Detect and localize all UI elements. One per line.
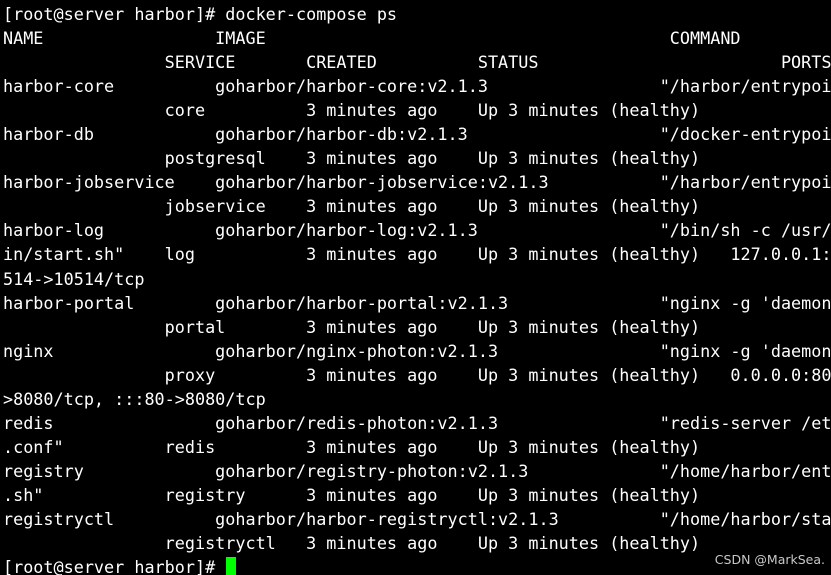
terminal-line: .sh" registry 3 minutes ago Up 3 minutes…: [3, 484, 701, 505]
cursor-block[interactable]: [226, 557, 237, 575]
terminal-line: 514->10514/tcp: [3, 268, 145, 289]
terminal-line: harbor-core goharbor/harbor-core:v2.1.3 …: [3, 76, 831, 97]
terminal-line: harbor-log goharbor/harbor-log:v2.1.3 "/…: [3, 220, 831, 241]
terminal-line: jobservice 3 minutes ago Up 3 minutes (h…: [3, 196, 701, 217]
terminal-line: in/start.sh" log 3 minutes ago Up 3 minu…: [3, 244, 831, 265]
terminal-line: NAME IMAGE COMMAND: [3, 28, 741, 49]
shell-prompt: [root@server harbor]#: [3, 557, 226, 575]
terminal-line: registryctl goharbor/harbor-registryctl:…: [3, 508, 831, 529]
terminal-line: harbor-db goharbor/harbor-db:v2.1.3 "/do…: [3, 124, 831, 145]
terminal-line: proxy 3 minutes ago Up 3 minutes (health…: [3, 364, 831, 385]
prompt-line[interactable]: [root@server harbor]#: [3, 555, 831, 575]
terminal-line: >8080/tcp, :::80->8080/tcp: [3, 388, 266, 409]
terminal-line: nginx goharbor/nginx-photon:v2.1.3 "ngin…: [3, 340, 831, 361]
terminal-line: redis goharbor/redis-photon:v2.1.3 "redi…: [3, 412, 831, 433]
terminal-output: [root@server harbor]# docker-compose ps …: [0, 0, 831, 575]
terminal-line: registry goharbor/registry-photon:v2.1.3…: [3, 460, 831, 481]
terminal-line: postgresql 3 minutes ago Up 3 minutes (h…: [3, 148, 701, 169]
terminal-line: [root@server harbor]# docker-compose ps: [3, 4, 398, 24]
terminal-window[interactable]: [root@server harbor]# docker-compose ps …: [0, 0, 831, 575]
terminal-line: registryctl 3 minutes ago Up 3 minutes (…: [3, 533, 701, 554]
watermark: CSDN @MarkSea.: [714, 552, 825, 567]
terminal-line: portal 3 minutes ago Up 3 minutes (healt…: [3, 316, 701, 337]
terminal-line: harbor-portal goharbor/harbor-portal:v2.…: [3, 292, 831, 313]
terminal-line: harbor-jobservice goharbor/harbor-jobser…: [3, 172, 831, 193]
terminal-line: core 3 minutes ago Up 3 minutes (healthy…: [3, 100, 701, 121]
terminal-line: .conf" redis 3 minutes ago Up 3 minutes …: [3, 436, 701, 457]
terminal-line: SERVICE CREATED STATUS PORTS: [3, 52, 831, 73]
